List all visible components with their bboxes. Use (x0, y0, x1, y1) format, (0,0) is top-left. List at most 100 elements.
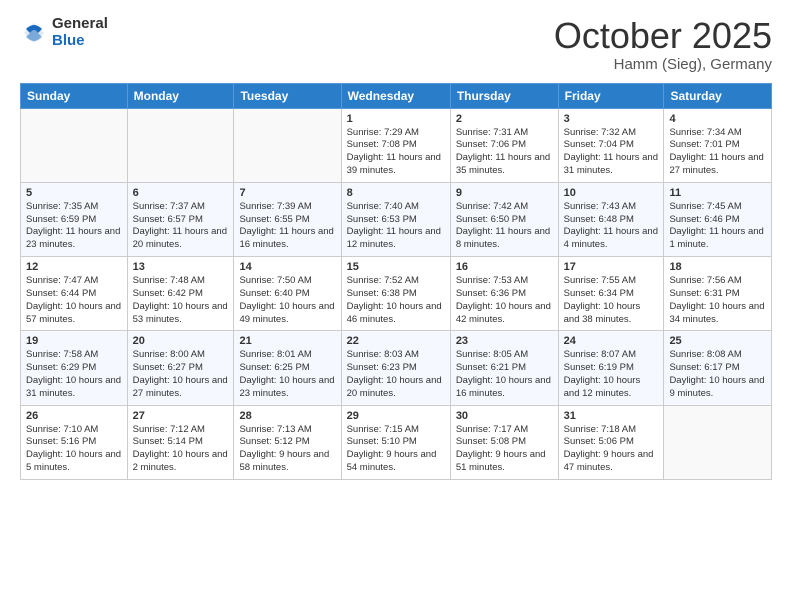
day-number: 22 (347, 335, 445, 347)
day-number: 14 (239, 261, 335, 273)
calendar-week-row: 26 Sunrise: 7:10 AM Sunset: 5:16 PM Dayli… (21, 405, 772, 479)
table-row: 31Sunrise: 7:18 AM Sunset: 5:06 PM Dayli… (558, 405, 664, 479)
table-row: 17 Sunrise: 7:55 AM Sunset: 6:34 PM Dayli… (558, 257, 664, 331)
day-info: Sunrise: 8:03 AM Sunset: 6:23 PM Dayligh… (347, 349, 445, 400)
table-row (664, 405, 772, 479)
col-saturday: Saturday (664, 83, 772, 108)
day-info: Sunrise: 7:53 AM Sunset: 6:36 PM Dayligh… (456, 275, 553, 326)
table-row: 7Sunrise: 7:39 AM Sunset: 6:55 PM Daylig… (234, 182, 341, 256)
day-number: 28 (239, 410, 335, 422)
day-number: 24 (564, 335, 659, 347)
day-info: Sunrise: 8:01 AM Sunset: 6:25 PM Dayligh… (239, 349, 335, 400)
day-info: Sunrise: 7:55 AM Sunset: 6:34 PM Dayligh… (564, 275, 659, 326)
day-info: Sunrise: 7:56 AM Sunset: 6:31 PM Dayligh… (669, 275, 766, 326)
calendar-location: Hamm (Sieg), Germany (554, 56, 772, 73)
day-number: 16 (456, 261, 553, 273)
day-info: Sunrise: 7:32 AM Sunset: 7:04 PM Dayligh… (564, 127, 659, 178)
table-row: 22 Sunrise: 8:03 AM Sunset: 6:23 PM Dayli… (341, 331, 450, 405)
day-number: 4 (669, 113, 766, 125)
col-sunday: Sunday (21, 83, 128, 108)
day-number: 15 (347, 261, 445, 273)
col-thursday: Thursday (450, 83, 558, 108)
day-number: 17 (564, 261, 659, 273)
col-wednesday: Wednesday (341, 83, 450, 108)
col-monday: Monday (127, 83, 234, 108)
day-number: 9 (456, 187, 553, 199)
day-number: 25 (669, 335, 766, 347)
day-info: Sunrise: 7:52 AM Sunset: 6:38 PM Dayligh… (347, 275, 445, 326)
col-friday: Friday (558, 83, 664, 108)
calendar-table: Sunday Monday Tuesday Wednesday Thursday… (20, 83, 772, 480)
day-info: Sunrise: 7:10 AM Sunset: 5:16 PM Dayligh… (26, 424, 122, 475)
day-number: 18 (669, 261, 766, 273)
table-row: 10Sunrise: 7:43 AM Sunset: 6:48 PM Dayli… (558, 182, 664, 256)
table-row: 29 Sunrise: 7:15 AM Sunset: 5:10 PM Dayli… (341, 405, 450, 479)
table-row: 6 Sunrise: 7:37 AM Sunset: 6:57 PM Daylig… (127, 182, 234, 256)
table-row: 24Sunrise: 8:07 AM Sunset: 6:19 PM Dayli… (558, 331, 664, 405)
day-info: Sunrise: 7:58 AM Sunset: 6:29 PM Dayligh… (26, 349, 122, 400)
day-number: 5 (26, 187, 122, 199)
logo-general-text: General (52, 16, 108, 33)
table-row: 2 Sunrise: 7:31 AM Sunset: 7:06 PM Daylig… (450, 108, 558, 182)
table-row: 4 Sunrise: 7:34 AM Sunset: 7:01 PM Daylig… (664, 108, 772, 182)
day-info: Sunrise: 7:12 AM Sunset: 5:14 PM Dayligh… (133, 424, 229, 475)
calendar-title: October 2025 (554, 16, 772, 56)
table-row: 19 Sunrise: 7:58 AM Sunset: 6:29 PM Dayli… (21, 331, 128, 405)
table-row: 25 Sunrise: 8:08 AM Sunset: 6:17 PM Dayli… (664, 331, 772, 405)
day-info: Sunrise: 7:29 AM Sunset: 7:08 PM Dayligh… (347, 127, 445, 178)
day-info: Sunrise: 7:34 AM Sunset: 7:01 PM Dayligh… (669, 127, 766, 178)
day-info: Sunrise: 7:50 AM Sunset: 6:40 PM Dayligh… (239, 275, 335, 326)
day-info: Sunrise: 7:47 AM Sunset: 6:44 PM Dayligh… (26, 275, 122, 326)
day-info: Sunrise: 7:43 AM Sunset: 6:48 PM Dayligh… (564, 201, 659, 252)
day-number: 8 (347, 187, 445, 199)
day-number: 20 (133, 335, 229, 347)
calendar-header-row: Sunday Monday Tuesday Wednesday Thursday… (21, 83, 772, 108)
day-number: 31 (564, 410, 659, 422)
day-info: Sunrise: 7:48 AM Sunset: 6:42 PM Dayligh… (133, 275, 229, 326)
day-info: Sunrise: 8:08 AM Sunset: 6:17 PM Dayligh… (669, 349, 766, 400)
logo-icon (20, 19, 48, 47)
day-number: 23 (456, 335, 553, 347)
table-row (21, 108, 128, 182)
table-row: 27Sunrise: 7:12 AM Sunset: 5:14 PM Dayli… (127, 405, 234, 479)
table-row (127, 108, 234, 182)
day-info: Sunrise: 7:42 AM Sunset: 6:50 PM Dayligh… (456, 201, 553, 252)
header: General Blue October 2025 Hamm (Sieg), G… (20, 16, 772, 73)
table-row: 23 Sunrise: 8:05 AM Sunset: 6:21 PM Dayli… (450, 331, 558, 405)
day-number: 11 (669, 187, 766, 199)
day-number: 26 (26, 410, 122, 422)
day-info: Sunrise: 7:45 AM Sunset: 6:46 PM Dayligh… (669, 201, 766, 252)
table-row: 13Sunrise: 7:48 AM Sunset: 6:42 PM Dayli… (127, 257, 234, 331)
day-number: 30 (456, 410, 553, 422)
table-row (234, 108, 341, 182)
day-info: Sunrise: 7:31 AM Sunset: 7:06 PM Dayligh… (456, 127, 553, 178)
calendar-week-row: 19 Sunrise: 7:58 AM Sunset: 6:29 PM Dayli… (21, 331, 772, 405)
table-row: 12 Sunrise: 7:47 AM Sunset: 6:44 PM Dayli… (21, 257, 128, 331)
table-row: 8 Sunrise: 7:40 AM Sunset: 6:53 PM Daylig… (341, 182, 450, 256)
table-row: 1Sunrise: 7:29 AM Sunset: 7:08 PM Daylig… (341, 108, 450, 182)
calendar-week-row: 12 Sunrise: 7:47 AM Sunset: 6:44 PM Dayli… (21, 257, 772, 331)
day-number: 2 (456, 113, 553, 125)
table-row: 9 Sunrise: 7:42 AM Sunset: 6:50 PM Daylig… (450, 182, 558, 256)
day-number: 19 (26, 335, 122, 347)
day-number: 6 (133, 187, 229, 199)
day-number: 12 (26, 261, 122, 273)
day-info: Sunrise: 7:37 AM Sunset: 6:57 PM Dayligh… (133, 201, 229, 252)
day-info: Sunrise: 7:40 AM Sunset: 6:53 PM Dayligh… (347, 201, 445, 252)
day-info: Sunrise: 8:05 AM Sunset: 6:21 PM Dayligh… (456, 349, 553, 400)
day-info: Sunrise: 7:35 AM Sunset: 6:59 PM Dayligh… (26, 201, 122, 252)
day-number: 7 (239, 187, 335, 199)
day-info: Sunrise: 7:15 AM Sunset: 5:10 PM Dayligh… (347, 424, 445, 475)
day-number: 21 (239, 335, 335, 347)
day-info: Sunrise: 8:00 AM Sunset: 6:27 PM Dayligh… (133, 349, 229, 400)
table-row: 11 Sunrise: 7:45 AM Sunset: 6:46 PM Dayli… (664, 182, 772, 256)
day-number: 3 (564, 113, 659, 125)
title-block: October 2025 Hamm (Sieg), Germany (554, 16, 772, 73)
table-row: 5 Sunrise: 7:35 AM Sunset: 6:59 PM Daylig… (21, 182, 128, 256)
table-row: 21 Sunrise: 8:01 AM Sunset: 6:25 PM Dayli… (234, 331, 341, 405)
logo-text: General Blue (52, 16, 108, 49)
table-row: 15 Sunrise: 7:52 AM Sunset: 6:38 PM Dayli… (341, 257, 450, 331)
day-number: 29 (347, 410, 445, 422)
table-row: 20 Sunrise: 8:00 AM Sunset: 6:27 PM Dayli… (127, 331, 234, 405)
table-row: 26 Sunrise: 7:10 AM Sunset: 5:16 PM Dayli… (21, 405, 128, 479)
